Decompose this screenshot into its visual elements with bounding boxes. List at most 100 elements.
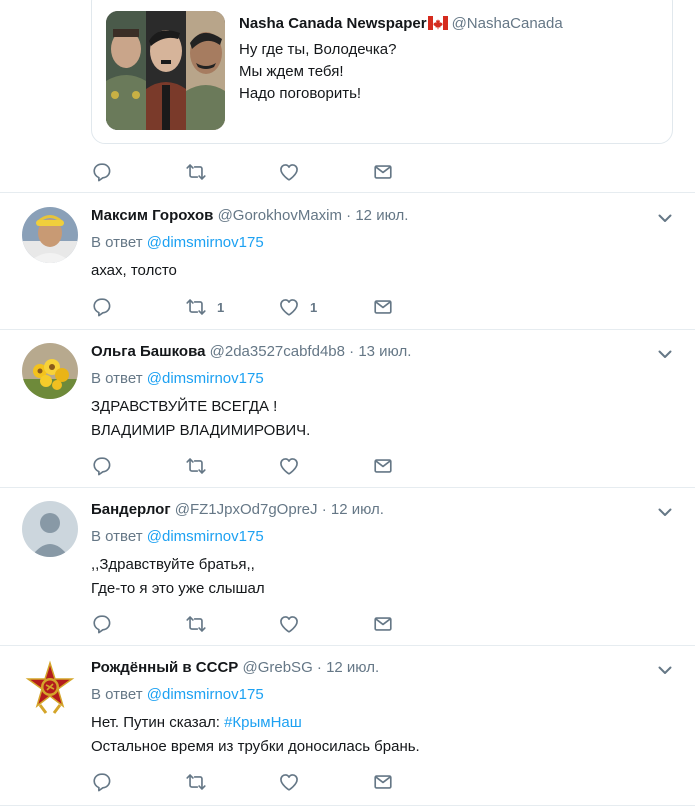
tweet-date[interactable]: 12 июл. xyxy=(331,501,384,518)
reply-icon xyxy=(91,161,113,183)
envelope-icon xyxy=(372,455,394,477)
timeline: Nasha Canada Newspaper @NashaCanada Ну гд… xyxy=(0,0,695,809)
quoted-author-handle[interactable]: @NashaCanada xyxy=(452,15,563,32)
reply-context: В ответ @dimsmirnov175 xyxy=(91,527,264,547)
retweet-button[interactable] xyxy=(185,770,207,794)
retweet-button[interactable] xyxy=(185,454,207,478)
reply-icon xyxy=(91,455,113,477)
quoted-tweet-card[interactable]: Nasha Canada Newspaper @NashaCanada Ну гд… xyxy=(91,0,673,144)
quoted-tweet-line: Ну где ты, Володечка? xyxy=(239,41,397,58)
tweet-actions xyxy=(91,770,431,794)
tweet-line: Где-то я это уже слышал xyxy=(91,580,265,597)
author-name[interactable]: Ольга Башкова xyxy=(91,343,205,360)
heart-icon xyxy=(278,296,300,318)
like-button[interactable] xyxy=(278,454,300,478)
mention-link[interactable]: @dimsmirnov175 xyxy=(147,686,264,703)
chevron-down-icon[interactable] xyxy=(655,660,675,680)
quoted-author-name[interactable]: Nasha Canada Newspaper xyxy=(239,15,427,32)
direct-message-button[interactable] xyxy=(372,454,394,478)
like-button[interactable] xyxy=(278,612,300,636)
reply-context: В ответ @dimsmirnov175 xyxy=(91,233,264,253)
avatar[interactable] xyxy=(22,659,78,715)
like-button[interactable] xyxy=(278,770,300,794)
tweet-line: ,,Здравствуйте братья,, xyxy=(91,556,255,573)
separator-dot: · xyxy=(321,501,327,518)
tweet-line: ахах, толсто xyxy=(91,262,177,279)
author-name[interactable]: Рождённый в СССР xyxy=(91,659,238,676)
avatar[interactable] xyxy=(22,343,78,399)
chevron-down-icon[interactable] xyxy=(655,208,675,228)
like-button[interactable]: 1 xyxy=(278,295,317,319)
heart-icon xyxy=(278,771,300,793)
retweet-icon xyxy=(185,296,207,318)
separator-dot: · xyxy=(349,343,355,360)
envelope-icon xyxy=(372,771,394,793)
retweet-icon xyxy=(185,161,207,183)
tweet-text: ,,Здравствуйте братья,, Где-то я это уже… xyxy=(91,554,265,600)
direct-message-button[interactable] xyxy=(372,295,394,319)
mention-link[interactable]: @dimsmirnov175 xyxy=(147,370,264,387)
author-handle[interactable]: @GorokhovMaxim xyxy=(218,207,342,224)
chevron-down-icon[interactable] xyxy=(655,502,675,522)
retweet-button[interactable] xyxy=(185,160,207,184)
retweet-button[interactable]: 1 xyxy=(185,295,224,319)
reply-button[interactable] xyxy=(91,454,113,478)
tweet-line-text: Нет. Путин сказал: xyxy=(91,714,225,731)
tweet-line: Остальное время из трубки доносилась бра… xyxy=(91,738,420,755)
retweet-button[interactable] xyxy=(185,612,207,636)
mention-link[interactable]: @dimsmirnov175 xyxy=(147,234,264,251)
reply-tweet[interactable]: Бандерлог @FZ1JpxOd7gOpreJ · 12 июл. В о… xyxy=(0,488,695,645)
envelope-icon xyxy=(372,296,394,318)
heart-icon xyxy=(278,161,300,183)
separator-dot: · xyxy=(346,207,352,224)
tweet-line: ВЛАДИМИР ВЛАДИМИРОВИЧ. xyxy=(91,422,311,439)
reply-icon xyxy=(91,771,113,793)
author-handle[interactable]: @GrebSG xyxy=(242,659,312,676)
retweet-icon xyxy=(185,455,207,477)
avatar[interactable] xyxy=(22,207,78,263)
envelope-icon xyxy=(372,613,394,635)
reply-prefix: В ответ xyxy=(91,528,143,545)
author-handle[interactable]: @FZ1JpxOd7gOpreJ xyxy=(175,501,318,518)
reply-prefix: В ответ xyxy=(91,370,143,387)
heart-icon xyxy=(278,455,300,477)
tweet-date[interactable]: 12 июл. xyxy=(355,207,408,224)
hashtag-link[interactable]: #КрымНаш xyxy=(224,714,302,731)
reply-context: В ответ @dimsmirnov175 xyxy=(91,685,264,705)
mention-link[interactable]: @dimsmirnov175 xyxy=(147,528,264,545)
reply-button[interactable] xyxy=(91,612,113,636)
tweet-line: Нет. Путин сказал: #КрымНаш xyxy=(91,712,420,734)
reply-tweet[interactable]: Максим Горохов @GorokhovMaxim · 12 июл. … xyxy=(0,193,695,329)
reply-prefix: В ответ xyxy=(91,234,143,251)
tweet-header: Рождённый в СССР @GrebSG · 12 июл. xyxy=(91,658,379,678)
author-name[interactable]: Максим Горохов xyxy=(91,207,213,224)
quoted-tweet-image[interactable] xyxy=(106,11,225,130)
tweet-actions xyxy=(91,454,431,478)
tweet-header: Ольга Башкова @2da3527cabfd4b8 · 13 июл. xyxy=(91,342,411,362)
author-handle[interactable]: @2da3527cabfd4b8 xyxy=(210,343,345,360)
tweet-actions xyxy=(91,612,431,636)
direct-message-button[interactable] xyxy=(372,160,394,184)
quoted-tweet-line: Надо поговорить! xyxy=(239,85,362,102)
envelope-icon xyxy=(372,161,394,183)
like-button[interactable] xyxy=(278,160,300,184)
divider xyxy=(0,805,695,806)
tweet-text: Нет. Путин сказал: #КрымНаш Остальное вр… xyxy=(91,712,420,758)
tweet-date[interactable]: 13 июл. xyxy=(358,343,411,360)
reply-context: В ответ @dimsmirnov175 xyxy=(91,369,264,389)
chevron-down-icon[interactable] xyxy=(655,344,675,364)
tweet-header: Максим Горохов @GorokhovMaxim · 12 июл. xyxy=(91,206,408,226)
tweet-line: ЗДРАВСТВУЙТЕ ВСЕГДА ! xyxy=(91,398,278,415)
avatar[interactable] xyxy=(22,501,78,557)
reply-icon xyxy=(91,613,113,635)
reply-tweet[interactable]: Ольга Башкова @2da3527cabfd4b8 · 13 июл.… xyxy=(0,330,695,487)
tweet-actions: 1 1 xyxy=(91,295,431,319)
tweet-date[interactable]: 12 июл. xyxy=(326,659,379,676)
reply-button[interactable] xyxy=(91,295,113,319)
reply-tweet[interactable]: Рождённый в СССР @GrebSG · 12 июл. В отв… xyxy=(0,646,695,809)
direct-message-button[interactable] xyxy=(372,612,394,636)
author-name[interactable]: Бандерлог xyxy=(91,501,171,518)
reply-button[interactable] xyxy=(91,160,113,184)
reply-button[interactable] xyxy=(91,770,113,794)
direct-message-button[interactable] xyxy=(372,770,394,794)
